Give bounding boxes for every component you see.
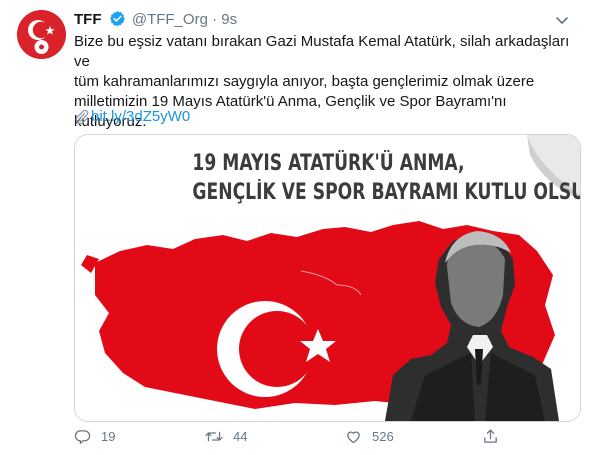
- timestamp[interactable]: 9s: [221, 11, 237, 28]
- like-icon: [345, 428, 362, 445]
- link-text[interactable]: bit.ly/3dZ5yW0: [91, 108, 190, 125]
- card-headline-line-2: GENÇLİK VE SPOR BAYRAMI KUTLU OLSUN: [192, 180, 581, 205]
- display-name[interactable]: TFF: [74, 11, 102, 28]
- retweet-button[interactable]: 44: [205, 428, 247, 445]
- avatar[interactable]: [17, 10, 66, 59]
- tweet-text-line: Bize bu eşsiz vatanı bırakan Gazi Mustaf…: [74, 33, 570, 70]
- retweet-count: 44: [233, 429, 248, 444]
- share-button[interactable]: [482, 428, 499, 445]
- handle[interactable]: @TFF_Org: [132, 11, 208, 28]
- retweet-icon: [205, 428, 223, 445]
- media-card[interactable]: 19 MAYIS ATATÜRK'Ü ANMA, GENÇLİK VE SPOR…: [74, 134, 581, 422]
- paperclip-icon: [74, 109, 89, 130]
- reply-button[interactable]: 19: [74, 428, 115, 445]
- reply-icon: [74, 428, 91, 445]
- like-count: 526: [372, 429, 394, 444]
- verified-badge-icon: [109, 10, 126, 33]
- tweet-header: TFF @TFF_Org · 9s: [74, 10, 237, 33]
- like-button[interactable]: 526: [345, 428, 394, 445]
- chevron-down-icon[interactable]: [554, 12, 570, 33]
- tweet-link[interactable]: bit.ly/3dZ5yW0: [74, 107, 190, 130]
- card-illustration: [75, 135, 580, 421]
- reply-count: 19: [101, 429, 116, 444]
- tweet-actions: 19 44 526: [0, 428, 590, 450]
- tweet-text-line: tüm kahramanlarımızı saygıyla anıyor, ba…: [74, 73, 535, 90]
- separator-dot: ·: [212, 11, 218, 28]
- tff-logo: [17, 10, 66, 59]
- card-headline-line-1: 19 MAYIS ATATÜRK'Ü ANMA,: [192, 151, 465, 176]
- share-icon: [482, 428, 499, 445]
